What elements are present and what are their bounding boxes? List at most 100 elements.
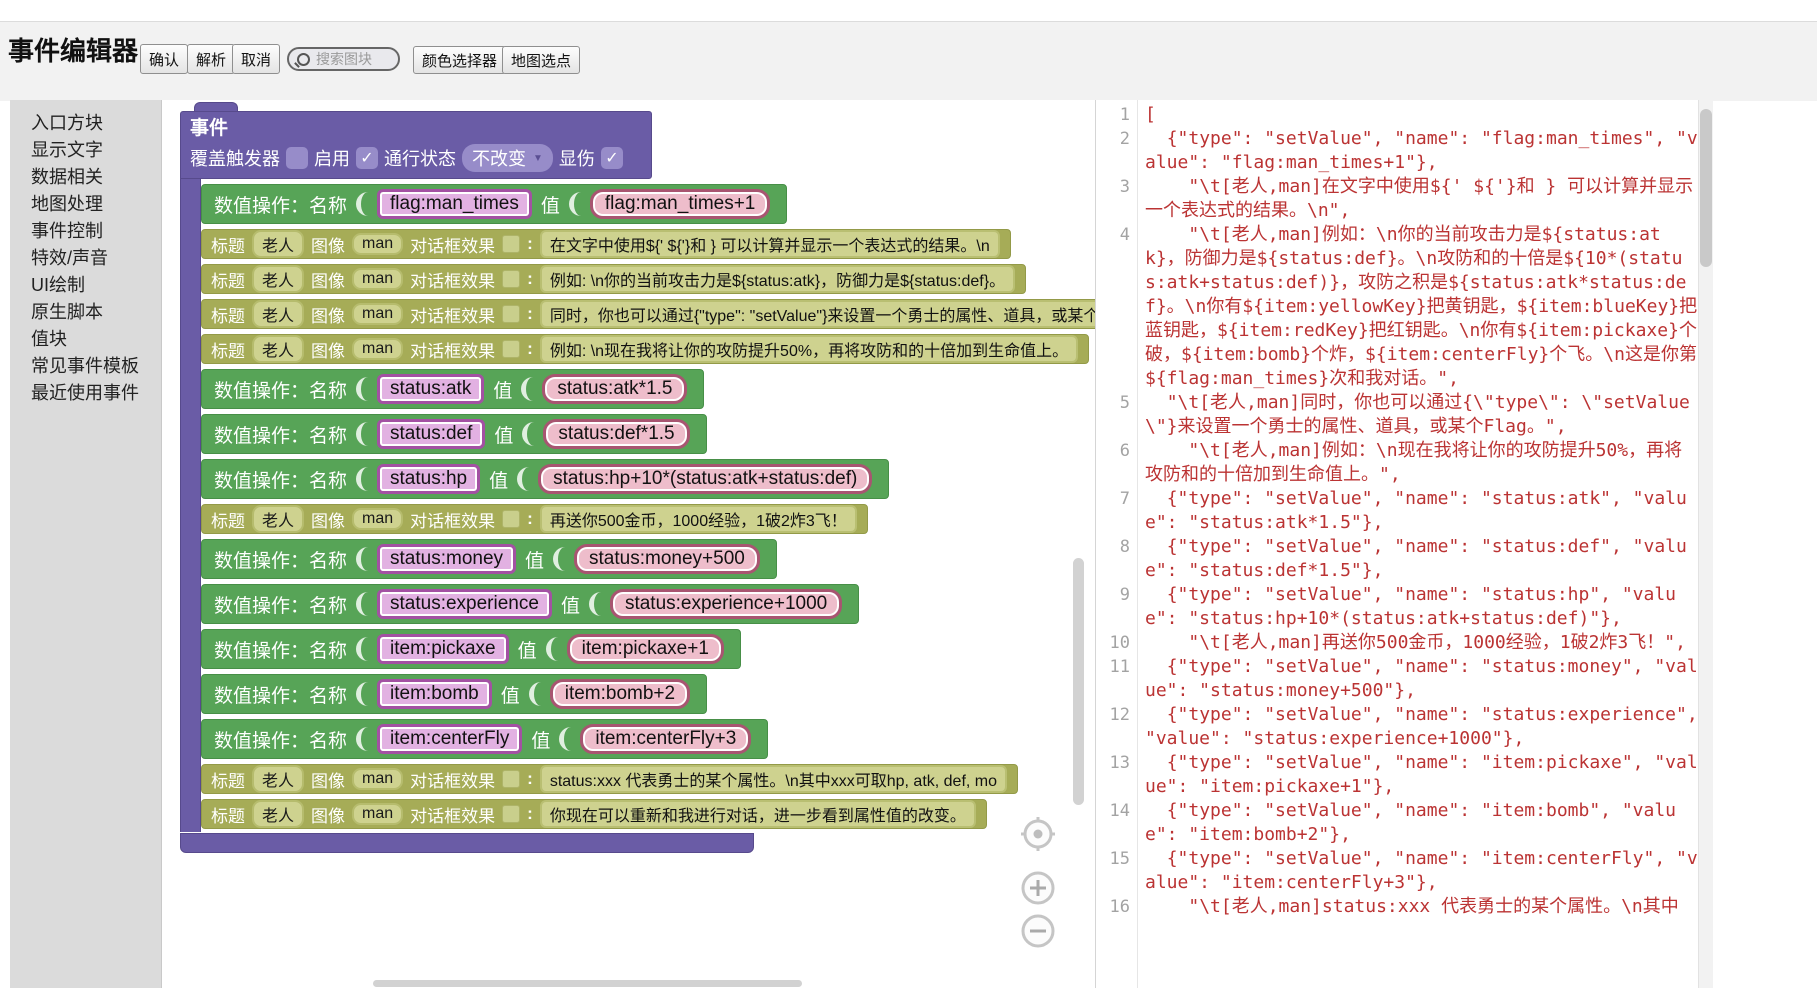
title-label: 标题: [211, 507, 245, 532]
input-socket: [356, 682, 371, 706]
code-scrollbar-thumb[interactable]: [1700, 109, 1712, 267]
title-chip[interactable]: 老人: [252, 505, 304, 533]
sidebar-item-最近使用事件[interactable]: 最近使用事件: [10, 380, 161, 407]
dialog-text-chip[interactable]: 同时，你也可以通过{"type": "setValue"}来设置一个勇士的属性、…: [540, 300, 1095, 328]
value-chip[interactable]: item:bomb+2: [550, 679, 690, 709]
image-chip[interactable]: man: [352, 338, 403, 360]
sidebar-item-原生脚本[interactable]: 原生脚本: [10, 299, 161, 326]
启用-checkbox[interactable]: ✓: [356, 147, 378, 169]
dialog-block[interactable]: 标题老人图像man对话框效果:status:xxx 代表勇士的某个属性。\n其中…: [201, 764, 1018, 794]
setvalue-block[interactable]: 数值操作：名称status:def值status:def*1.5: [201, 414, 707, 454]
parse-button[interactable]: 解析: [187, 44, 235, 74]
sidebar-item-数据相关[interactable]: 数据相关: [10, 164, 161, 191]
image-chip[interactable]: man: [352, 303, 403, 325]
sidebar-item-UI绘制[interactable]: UI绘制: [10, 272, 161, 299]
sidebar-item-地图处理[interactable]: 地图处理: [10, 191, 161, 218]
image-chip[interactable]: man: [352, 268, 403, 290]
覆盖触发器-checkbox[interactable]: [286, 147, 308, 169]
image-chip[interactable]: man: [352, 803, 403, 825]
dialog-effect-checkbox[interactable]: [502, 770, 520, 788]
image-chip[interactable]: man: [352, 233, 403, 255]
name-chip[interactable]: status:def: [377, 419, 485, 449]
workspace-vertical-scrollbar[interactable]: [1073, 558, 1084, 805]
confirm-button[interactable]: 确认: [140, 44, 188, 74]
dialog-block[interactable]: 标题老人图像man对话框效果:同时，你也可以通过{"type": "setVal…: [201, 299, 1095, 329]
name-chip[interactable]: status:money: [377, 544, 516, 574]
setvalue-block[interactable]: 数值操作：名称status:atk值status:atk*1.5: [201, 369, 704, 409]
setvalue-block[interactable]: 数值操作：名称item:bomb值item:bomb+2: [201, 674, 707, 714]
name-chip[interactable]: item:pickaxe: [377, 634, 509, 664]
value-chip[interactable]: item:pickaxe+1: [567, 634, 724, 664]
blockly-workspace[interactable]: 事件 覆盖触发器启用✓通行状态不改变▼显伤✓ 数值操作：名称flag:man_t…: [162, 100, 1095, 988]
显伤-checkbox[interactable]: ✓: [601, 147, 623, 169]
recenter-button[interactable]: [1020, 816, 1056, 852]
dialog-effect-checkbox[interactable]: [502, 510, 520, 528]
setvalue-block[interactable]: 数值操作：名称item:centerFly值item:centerFly+3: [201, 719, 768, 759]
sidebar-item-值块[interactable]: 值块: [10, 326, 161, 353]
dialog-effect-checkbox[interactable]: [502, 270, 520, 288]
name-chip[interactable]: item:bomb: [377, 679, 492, 709]
setvalue-block[interactable]: 数值操作：名称status:experience值status:experien…: [201, 584, 859, 624]
event-block-header[interactable]: 事件 覆盖触发器启用✓通行状态不改变▼显伤✓: [180, 111, 652, 179]
setvalue-block[interactable]: 数值操作：名称item:pickaxe值item:pickaxe+1: [201, 629, 741, 669]
value-chip[interactable]: item:centerFly+3: [580, 724, 751, 754]
sidebar-item-特效/声音[interactable]: 特效/声音: [10, 245, 161, 272]
title-chip[interactable]: 老人: [252, 300, 304, 328]
name-chip[interactable]: status:atk: [377, 374, 484, 404]
code-editor[interactable]: 1[2 {"type": "setValue", "name": "flag:m…: [1096, 103, 1698, 919]
dialog-block[interactable]: 标题老人图像man对话框效果:你现在可以重新和我进行对话，进一步看到属性值的改变…: [201, 799, 987, 829]
color-picker-button[interactable]: 颜色选择器: [413, 46, 506, 74]
setvalue-block[interactable]: 数值操作：名称status:money值status:money+500: [201, 539, 777, 579]
value-chip[interactable]: status:money+500: [574, 544, 760, 574]
name-chip[interactable]: status:hp: [377, 464, 480, 494]
name-chip[interactable]: item:centerFly: [377, 724, 522, 754]
dialog-block[interactable]: 标题老人图像man对话框效果:在文字中使用${' ${'}和 } 可以计算并显示…: [201, 229, 1011, 259]
dialog-text-chip[interactable]: 你现在可以重新和我进行对话，进一步看到属性值的改变。: [540, 800, 976, 828]
title-chip[interactable]: 老人: [252, 765, 304, 793]
title-chip[interactable]: 老人: [252, 230, 304, 258]
value-chip[interactable]: status:hp+10*(status:atk+status:def): [538, 464, 872, 494]
dialog-effect-checkbox[interactable]: [502, 305, 520, 323]
name-chip[interactable]: flag:man_times: [377, 189, 532, 219]
code-scrollbar-track[interactable]: [1698, 100, 1713, 988]
map-pick-button[interactable]: 地图选点: [502, 46, 580, 74]
dialog-effect-checkbox[interactable]: [502, 235, 520, 253]
line-number: 14: [1096, 799, 1137, 823]
dialog-block[interactable]: 标题老人图像man对话框效果:例如: \n你的当前攻击力是${status:at…: [201, 264, 1026, 294]
title-chip[interactable]: 老人: [252, 265, 304, 293]
setvalue-block[interactable]: 数值操作：名称flag:man_times值flag:man_times+1: [201, 184, 787, 224]
setvalue-block[interactable]: 数值操作：名称status:hp值status:hp+10*(status:at…: [201, 459, 889, 499]
name-chip[interactable]: status:experience: [377, 589, 552, 619]
sidebar-item-显示文字[interactable]: 显示文字: [10, 137, 161, 164]
通行状态-dropdown[interactable]: 不改变▼: [462, 144, 553, 172]
code-panel[interactable]: 1[2 {"type": "setValue", "name": "flag:m…: [1095, 100, 1713, 988]
title-chip[interactable]: 老人: [252, 335, 304, 363]
title-chip[interactable]: 老人: [252, 800, 304, 828]
dialog-text-chip[interactable]: 例如: \n现在我将让你的攻防提升50%，再将攻防和的十倍加到生命值上。: [540, 335, 1078, 363]
dialog-text-chip[interactable]: 再送你500金币，1000经验，1破2炸3飞！: [540, 505, 857, 533]
sidebar-item-入口方块[interactable]: 入口方块: [10, 110, 161, 137]
sidebar-item-常见事件模板[interactable]: 常见事件模板: [10, 353, 161, 380]
value-chip[interactable]: status:def*1.5: [543, 419, 689, 449]
image-chip[interactable]: man: [352, 768, 403, 790]
search-input[interactable]: [314, 50, 398, 68]
dialog-text-chip[interactable]: 例如: \n你的当前攻击力是${status:atk}，防御力是${status…: [540, 265, 1015, 293]
value-chip[interactable]: status:atk*1.5: [542, 374, 687, 404]
search-box[interactable]: [287, 47, 400, 71]
cancel-button[interactable]: 取消: [232, 44, 280, 74]
workspace-horizontal-scrollbar[interactable]: [373, 980, 802, 987]
image-chip[interactable]: man: [352, 508, 403, 530]
sidebar-item-事件控制[interactable]: 事件控制: [10, 218, 161, 245]
event-block[interactable]: 事件 覆盖触发器启用✓通行状态不改变▼显伤✓ 数值操作：名称flag:man_t…: [180, 102, 1095, 853]
dialog-effect-checkbox[interactable]: [502, 805, 520, 823]
dialog-effect-checkbox[interactable]: [502, 340, 520, 358]
zoom-out-button[interactable]: [1020, 913, 1056, 949]
dialog-text-chip[interactable]: status:xxx 代表勇士的某个属性。\n其中xxx可取hp, atk, d…: [540, 765, 1007, 793]
dialog-block[interactable]: 标题老人图像man对话框效果:例如: \n现在我将让你的攻防提升50%，再将攻防…: [201, 334, 1089, 364]
setvalue-label: 数值操作：名称: [214, 726, 347, 753]
dialog-text-chip[interactable]: 在文字中使用${' ${'}和 } 可以计算并显示一个表达式的结果。\n: [540, 230, 1000, 258]
value-chip[interactable]: flag:man_times+1: [590, 189, 771, 219]
dialog-block[interactable]: 标题老人图像man对话框效果:再送你500金币，1000经验，1破2炸3飞！: [201, 504, 868, 534]
value-chip[interactable]: status:experience+1000: [610, 589, 842, 619]
zoom-in-button[interactable]: [1020, 870, 1056, 906]
